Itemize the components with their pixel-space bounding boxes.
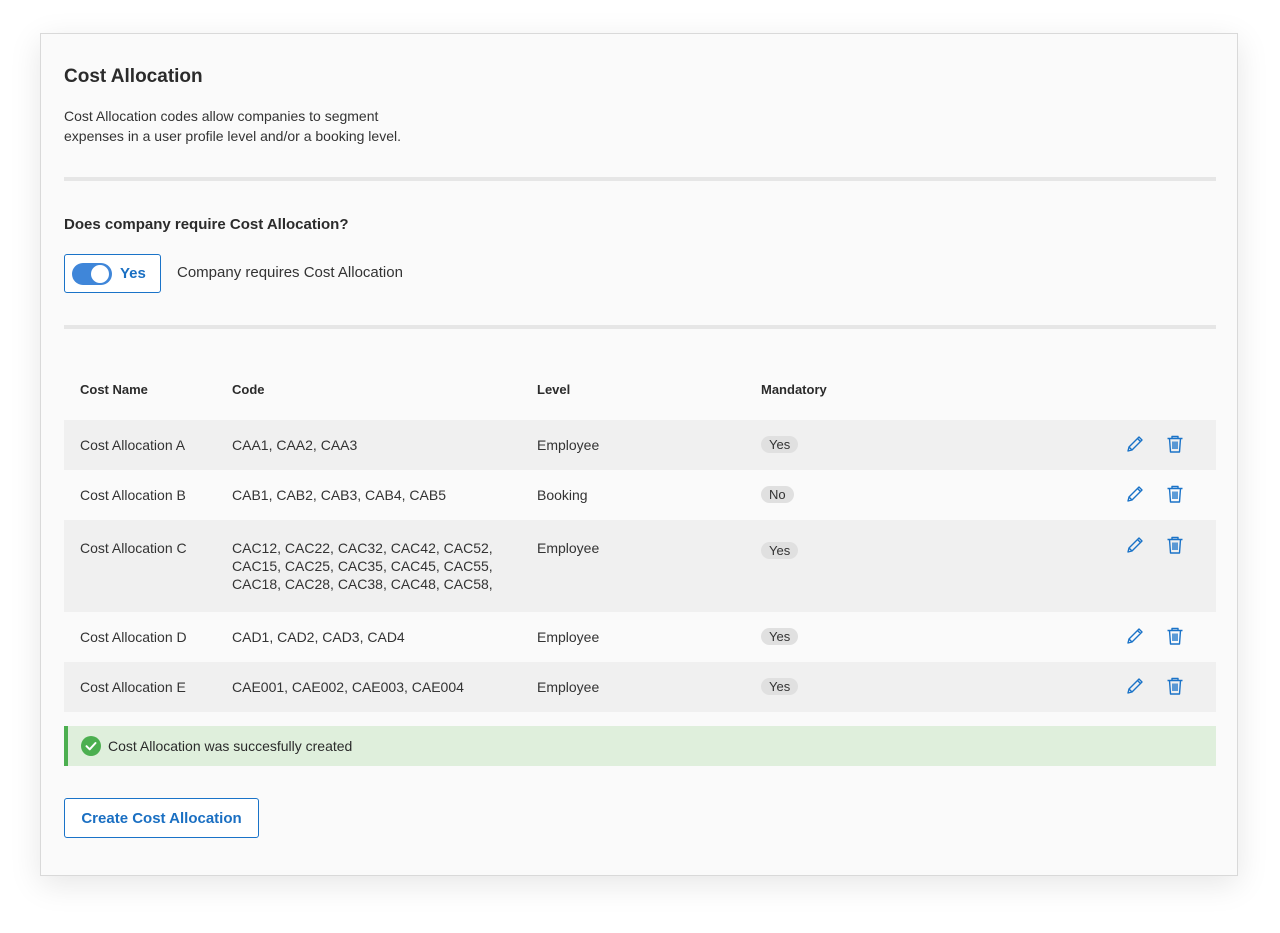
row-actions xyxy=(1124,534,1190,556)
header-cost-name: Cost Name xyxy=(80,382,148,397)
trash-icon[interactable] xyxy=(1164,483,1186,505)
pencil-icon[interactable] xyxy=(1124,675,1146,697)
table-row: Cost Allocation C CAC12, CAC22, CAC32, C… xyxy=(64,520,1216,612)
cost-level: Employee xyxy=(537,679,600,695)
mandatory-badge: Yes xyxy=(761,678,799,695)
mandatory-badge: Yes xyxy=(761,436,799,453)
cost-code: CAC12, CAC22, CAC32, CAC42, CAC52, CAC15… xyxy=(232,540,493,592)
header-mandatory: Mandatory xyxy=(761,382,827,397)
cost-allocation-toggle[interactable]: Yes xyxy=(64,254,161,293)
trash-icon[interactable] xyxy=(1164,433,1186,455)
cost-level: Employee xyxy=(537,629,600,645)
create-cost-allocation-button[interactable]: Create Cost Allocation xyxy=(64,798,259,838)
pencil-icon[interactable] xyxy=(1124,433,1146,455)
cost-code: CAE001, CAE002, CAE003, CAE004 xyxy=(232,679,464,695)
cost-code: CAD1, CAD2, CAD3, CAD4 xyxy=(232,629,405,645)
success-alert: Cost Allocation was succesfully created xyxy=(64,726,1216,766)
table-row: Cost Allocation E CAE001, CAE002, CAE003… xyxy=(64,662,1216,712)
row-actions xyxy=(1124,675,1190,697)
header-code: Code xyxy=(232,382,265,397)
section-divider xyxy=(64,177,1216,181)
cost-code: CAA1, CAA2, CAA3 xyxy=(232,437,358,453)
cost-name: Cost Allocation C xyxy=(80,540,187,556)
cost-level: Employee xyxy=(537,540,600,556)
table-row: Cost Allocation A CAA1, CAA2, CAA3 Emplo… xyxy=(64,420,1216,470)
mandatory-badge: Yes xyxy=(761,628,799,645)
requirement-question: Does company require Cost Allocation? xyxy=(64,216,349,233)
page-description: Cost Allocation codes allow companies to… xyxy=(64,108,401,144)
check-circle-icon xyxy=(81,736,101,756)
pencil-icon[interactable] xyxy=(1124,625,1146,647)
pencil-icon[interactable] xyxy=(1124,483,1146,505)
cost-level: Employee xyxy=(537,437,600,453)
row-actions xyxy=(1124,483,1190,505)
cost-name: Cost Allocation A xyxy=(80,437,186,453)
cost-code: CAB1, CAB2, CAB3, CAB4, CAB5 xyxy=(232,487,446,503)
section-divider xyxy=(64,325,1216,329)
toggle-label: Yes xyxy=(120,265,146,282)
toggle-switch[interactable] xyxy=(72,263,112,285)
header-level: Level xyxy=(537,382,571,397)
cost-name: Cost Allocation B xyxy=(80,487,186,503)
row-actions xyxy=(1124,433,1190,455)
page-title: Cost Allocation xyxy=(64,66,203,87)
pencil-icon[interactable] xyxy=(1124,534,1146,556)
mandatory-badge: Yes xyxy=(761,542,799,559)
cost-name: Cost Allocation D xyxy=(80,629,187,645)
mandatory-badge: No xyxy=(761,486,794,503)
trash-icon[interactable] xyxy=(1164,534,1186,556)
trash-icon[interactable] xyxy=(1164,625,1186,647)
cost-allocation-card: Cost Allocation Cost Allocation codes al… xyxy=(40,33,1238,876)
row-actions xyxy=(1124,625,1190,647)
success-message: Cost Allocation was succesfully created xyxy=(108,738,353,754)
table-row: Cost Allocation B CAB1, CAB2, CAB3, CAB4… xyxy=(64,470,1216,520)
toggle-description: Company requires Cost Allocation xyxy=(177,264,403,281)
table-row: Cost Allocation D CAD1, CAD2, CAD3, CAD4… xyxy=(64,612,1216,662)
cost-name: Cost Allocation E xyxy=(80,679,186,695)
toggle-knob xyxy=(90,264,110,284)
trash-icon[interactable] xyxy=(1164,675,1186,697)
cost-level: Booking xyxy=(537,487,588,503)
